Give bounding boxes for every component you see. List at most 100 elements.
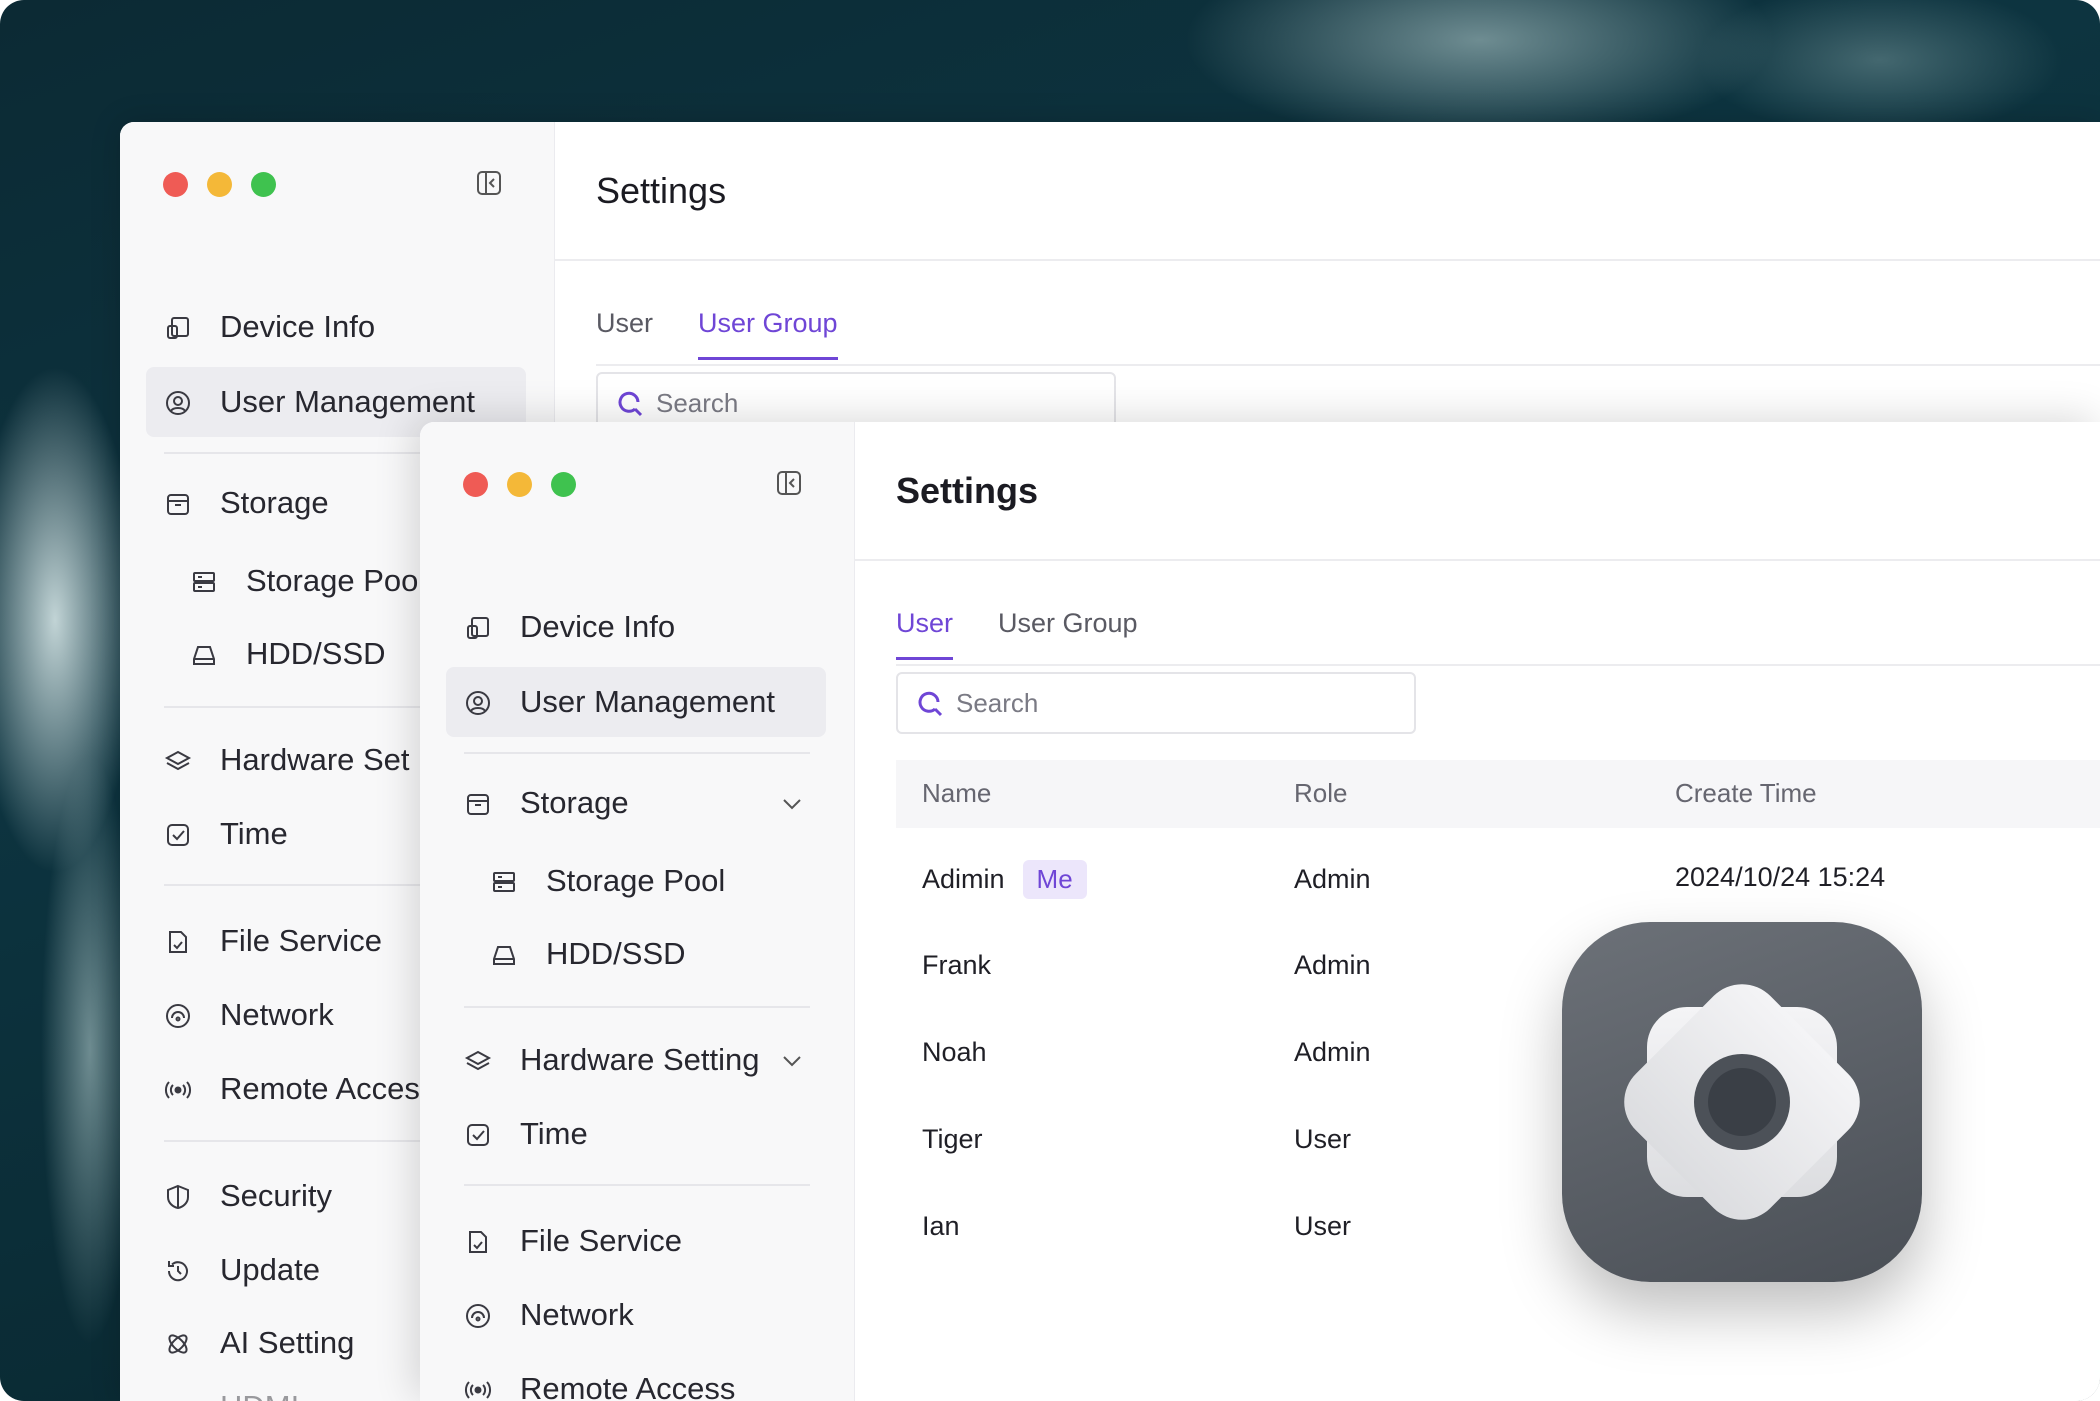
user-circle-icon bbox=[464, 689, 492, 717]
storage-icon bbox=[164, 490, 192, 518]
sidebar-item-file-service[interactable]: File Service bbox=[446, 1206, 826, 1276]
chevron-down-icon[interactable] bbox=[778, 790, 806, 818]
network-icon bbox=[464, 1302, 492, 1330]
sidebar-item-time[interactable]: Time bbox=[446, 1099, 826, 1169]
tab-bar: User User Group bbox=[896, 590, 2100, 666]
sidebar-item-user-management[interactable]: User Management bbox=[446, 667, 826, 737]
search-icon bbox=[916, 690, 944, 718]
user-create-time: 2024/10/24 15:24 bbox=[1675, 862, 1886, 892]
sidebar-item-hardware-setting[interactable]: Hardware Setting bbox=[446, 1025, 826, 1095]
me-badge: Me bbox=[1022, 860, 1087, 899]
minimize-button[interactable] bbox=[207, 172, 232, 197]
chevron-down-icon[interactable] bbox=[778, 1047, 806, 1075]
table-row[interactable]: Adimin Me Admin 2024/10/24 15:24 bbox=[896, 834, 2100, 920]
tab-user-group[interactable]: User Group bbox=[998, 608, 1138, 657]
hdmi-icon bbox=[164, 1394, 192, 1401]
sidebar-item-storage-pool[interactable]: Storage Pool bbox=[446, 846, 826, 916]
sidebar-item-label: Storage bbox=[520, 785, 629, 820]
remote-access-icon bbox=[164, 1076, 192, 1104]
storage-pool-icon bbox=[190, 568, 218, 596]
tab-bar: User User Group bbox=[596, 290, 2100, 366]
column-header-role[interactable]: Role bbox=[1294, 778, 1347, 809]
divider bbox=[464, 1184, 810, 1186]
storage-pool-icon bbox=[490, 868, 518, 896]
time-icon bbox=[464, 1121, 492, 1149]
user-name-text: Adimin bbox=[922, 864, 1005, 894]
user-circle-icon bbox=[164, 389, 192, 417]
desktop-background: Device Info User Management Storage Stor… bbox=[0, 0, 2100, 1401]
user-role: Admin bbox=[1294, 950, 1371, 980]
sidebar-item-label: Update bbox=[220, 1252, 320, 1287]
sidebar-item-label: AI Setting bbox=[220, 1325, 355, 1360]
sidebar-item-label: File Service bbox=[220, 923, 382, 958]
network-icon bbox=[164, 1002, 192, 1030]
column-header-name[interactable]: Name bbox=[922, 778, 991, 809]
sidebar-item-label: Hardware Set bbox=[220, 742, 410, 777]
sidebar-toggle-icon[interactable] bbox=[772, 466, 806, 500]
sidebar-item-hdd-ssd[interactable]: HDD/SSD bbox=[446, 919, 826, 989]
user-name: Tiger bbox=[922, 1124, 983, 1154]
user-name: Adimin Me bbox=[922, 860, 1087, 899]
user-role: Admin bbox=[1294, 1037, 1371, 1067]
sidebar-item-label: HDD/SSD bbox=[546, 936, 686, 971]
sidebar-item-label: Time bbox=[220, 816, 288, 851]
window-controls bbox=[163, 172, 276, 197]
user-role: Admin bbox=[1294, 864, 1371, 894]
divider bbox=[464, 752, 810, 754]
sidebar-item-label: Network bbox=[220, 997, 334, 1032]
sidebar-item-label: Storage Poo bbox=[246, 563, 419, 598]
search-placeholder: Search bbox=[656, 388, 739, 418]
sidebar-item-label: Remote Acces bbox=[220, 1071, 420, 1106]
sidebar-item-network[interactable]: Network bbox=[446, 1280, 826, 1350]
sidebar-item-storage[interactable]: Storage bbox=[446, 768, 826, 838]
user-role: User bbox=[1294, 1124, 1352, 1154]
close-button[interactable] bbox=[163, 172, 188, 197]
sidebar-item-label: HDMI bbox=[220, 1389, 299, 1401]
sidebar-item-label: Remote Access bbox=[520, 1371, 736, 1401]
user-name: Noah bbox=[922, 1037, 987, 1067]
hdd-icon bbox=[490, 941, 518, 969]
user-name: Frank bbox=[922, 950, 992, 980]
page-title: Settings bbox=[596, 170, 727, 211]
sidebar-item-remote-access[interactable]: Remote Access bbox=[446, 1354, 826, 1401]
device-info-icon bbox=[164, 314, 192, 342]
divider bbox=[854, 559, 2100, 561]
tab-user[interactable]: User bbox=[596, 308, 653, 357]
page-title: Settings bbox=[896, 470, 1039, 511]
sidebar-item-label: Storage bbox=[220, 485, 329, 520]
sidebar: Device Info User Management Storage Stor… bbox=[420, 422, 855, 1401]
sidebar-item-label: HDD/SSD bbox=[246, 636, 386, 671]
sidebar-item-device-info[interactable]: Device Info bbox=[146, 292, 526, 362]
search-input[interactable]: Search bbox=[896, 672, 1416, 734]
table-header: Name Role Create Time bbox=[896, 760, 2100, 828]
maximize-button[interactable] bbox=[551, 472, 576, 497]
update-icon bbox=[164, 1257, 192, 1285]
hardware-icon bbox=[464, 1047, 492, 1075]
maximize-button[interactable] bbox=[251, 172, 276, 197]
sidebar-item-label: Hardware Setting bbox=[520, 1042, 760, 1077]
minimize-button[interactable] bbox=[507, 472, 532, 497]
remote-access-icon bbox=[464, 1376, 492, 1401]
sidebar-item-label: Network bbox=[520, 1297, 634, 1332]
ai-setting-icon bbox=[164, 1330, 192, 1358]
settings-gear-icon bbox=[1562, 922, 1922, 1282]
tab-user[interactable]: User bbox=[896, 608, 954, 660]
column-header-create-time[interactable]: Create Time bbox=[1675, 778, 1817, 809]
sidebar-toggle-icon[interactable] bbox=[472, 166, 506, 200]
sidebar-item-label: Device Info bbox=[220, 309, 376, 344]
tab-user-group[interactable]: User Group bbox=[698, 308, 838, 360]
time-icon bbox=[164, 821, 192, 849]
sidebar-item-label: Security bbox=[220, 1178, 332, 1213]
close-button[interactable] bbox=[463, 472, 488, 497]
hdd-icon bbox=[190, 641, 218, 669]
device-info-icon bbox=[464, 614, 492, 642]
search-placeholder: Search bbox=[956, 688, 1039, 718]
sidebar-item-label: Time bbox=[520, 1116, 588, 1151]
sidebar-item-device-info[interactable]: Device Info bbox=[446, 592, 826, 662]
sidebar-item-label: User Management bbox=[520, 684, 776, 719]
storage-icon bbox=[464, 790, 492, 818]
sidebar-item-label: Device Info bbox=[520, 609, 676, 644]
user-role: User bbox=[1294, 1211, 1352, 1241]
search-icon bbox=[616, 390, 644, 418]
divider bbox=[464, 1006, 810, 1008]
